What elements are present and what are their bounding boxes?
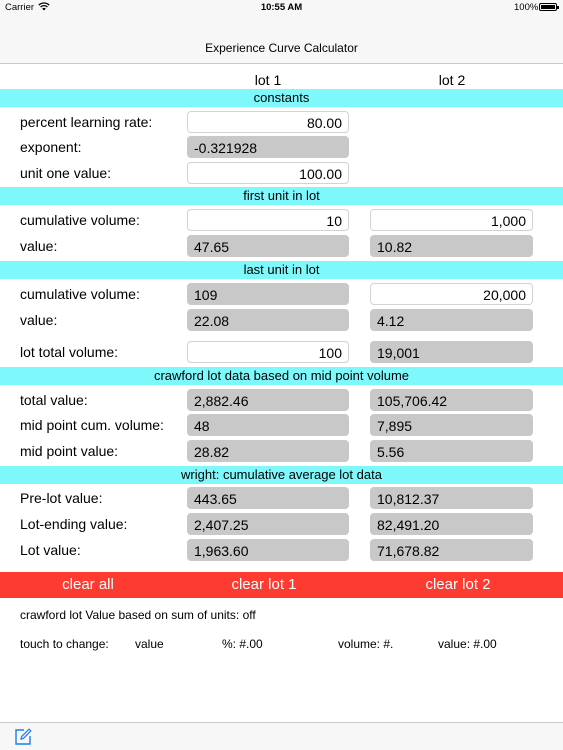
mid-point-cum-lot1: 48 bbox=[187, 414, 349, 436]
last-value-lot1: 22.08 bbox=[187, 309, 349, 331]
last-cum-volume-label: cumulative volume: bbox=[20, 286, 140, 302]
learning-rate-label: percent learning rate: bbox=[20, 114, 153, 130]
column-header-lot1: lot 1 bbox=[254, 72, 282, 88]
touch-to-change-label: touch to change: bbox=[20, 637, 109, 651]
section-wright: wright: cumulative average lot data bbox=[0, 466, 563, 484]
action-bar: clear all clear lot 1 clear lot 2 bbox=[0, 572, 563, 598]
clear-all-button[interactable]: clear all bbox=[0, 572, 176, 598]
mid-point-cum-label: mid point cum. volume: bbox=[20, 417, 164, 433]
last-cum-volume-lot1: 109 bbox=[187, 283, 349, 305]
page-title: Experience Curve Calculator bbox=[205, 41, 358, 55]
column-header-lot2: lot 2 bbox=[438, 72, 466, 88]
mid-point-cum-lot2: 7,895 bbox=[370, 414, 533, 436]
format-value-decimal-option[interactable]: value: #.00 bbox=[438, 637, 497, 651]
lot-ending-label: Lot-ending value: bbox=[20, 516, 128, 532]
last-cum-volume-lot2-input[interactable]: 20,000 bbox=[370, 283, 533, 305]
section-last-unit: last unit in lot bbox=[0, 261, 563, 279]
format-value-option[interactable]: value bbox=[135, 637, 164, 651]
clear-lot2-button[interactable]: clear lot 2 bbox=[370, 572, 546, 598]
bottom-toolbar bbox=[0, 722, 563, 750]
format-volume-option[interactable]: volume: #. bbox=[338, 637, 393, 651]
exponent-label: exponent: bbox=[20, 139, 82, 155]
lot-ending-lot2: 82,491.20 bbox=[370, 513, 533, 535]
learning-rate-input[interactable]: 80.00 bbox=[187, 111, 349, 133]
lot-total-volume-lot1-input[interactable]: 100 bbox=[187, 341, 349, 363]
last-value-label: value: bbox=[20, 312, 58, 328]
lot-value-label: Lot value: bbox=[20, 542, 81, 558]
lot-total-volume-label: lot total volume: bbox=[20, 344, 119, 360]
lot-value-lot2: 71,678.82 bbox=[370, 539, 533, 561]
crawford-total-lot2: 105,706.42 bbox=[370, 389, 533, 411]
unit-one-label: unit one value: bbox=[20, 165, 112, 181]
crawford-total-label: total value: bbox=[20, 392, 88, 408]
clock: 10:55 AM bbox=[260, 2, 303, 13]
first-cum-volume-label: cumulative volume: bbox=[20, 212, 140, 228]
mid-point-value-lot1: 28.82 bbox=[187, 440, 349, 462]
mid-point-value-label: mid point value: bbox=[20, 443, 119, 459]
section-first-unit: first unit in lot bbox=[0, 187, 563, 205]
battery-icon bbox=[539, 3, 559, 11]
compose-icon[interactable] bbox=[14, 728, 32, 746]
pre-lot-lot2: 10,812.37 bbox=[370, 487, 533, 509]
status-bar: Carrier 10:55 AM 100% bbox=[0, 0, 563, 16]
mid-point-value-lot2: 5.56 bbox=[370, 440, 533, 462]
pre-lot-label: Pre-lot value: bbox=[20, 490, 103, 506]
crawford-mode-toggle[interactable]: crawford lot Value based on sum of units… bbox=[20, 608, 256, 622]
clear-lot1-button[interactable]: clear lot 1 bbox=[176, 572, 352, 598]
first-value-lot1: 47.65 bbox=[187, 235, 349, 257]
first-value-label: value: bbox=[20, 238, 58, 254]
lot-ending-lot1: 2,407.25 bbox=[187, 513, 349, 535]
lot-value-lot1: 1,963.60 bbox=[187, 539, 349, 561]
nav-bar: Experience Curve Calculator bbox=[0, 16, 563, 64]
lot-total-volume-lot2: 19,001 bbox=[370, 341, 533, 363]
first-cum-volume-lot1-input[interactable]: 10 bbox=[187, 209, 349, 231]
exponent-value: -0.321928 bbox=[187, 136, 349, 158]
section-constants: constants bbox=[0, 89, 563, 107]
format-percent-option[interactable]: %: #.00 bbox=[222, 637, 263, 651]
first-cum-volume-lot2-input[interactable]: 1,000 bbox=[370, 209, 533, 231]
crawford-total-lot1: 2,882.46 bbox=[187, 389, 349, 411]
battery-percent: 100% bbox=[514, 2, 539, 13]
first-value-lot2: 10.82 bbox=[370, 235, 533, 257]
unit-one-input[interactable]: 100.00 bbox=[187, 162, 349, 184]
pre-lot-lot1: 443.65 bbox=[187, 487, 349, 509]
section-crawford: crawford lot data based on mid point vol… bbox=[0, 367, 563, 385]
last-value-lot2: 4.12 bbox=[370, 309, 533, 331]
